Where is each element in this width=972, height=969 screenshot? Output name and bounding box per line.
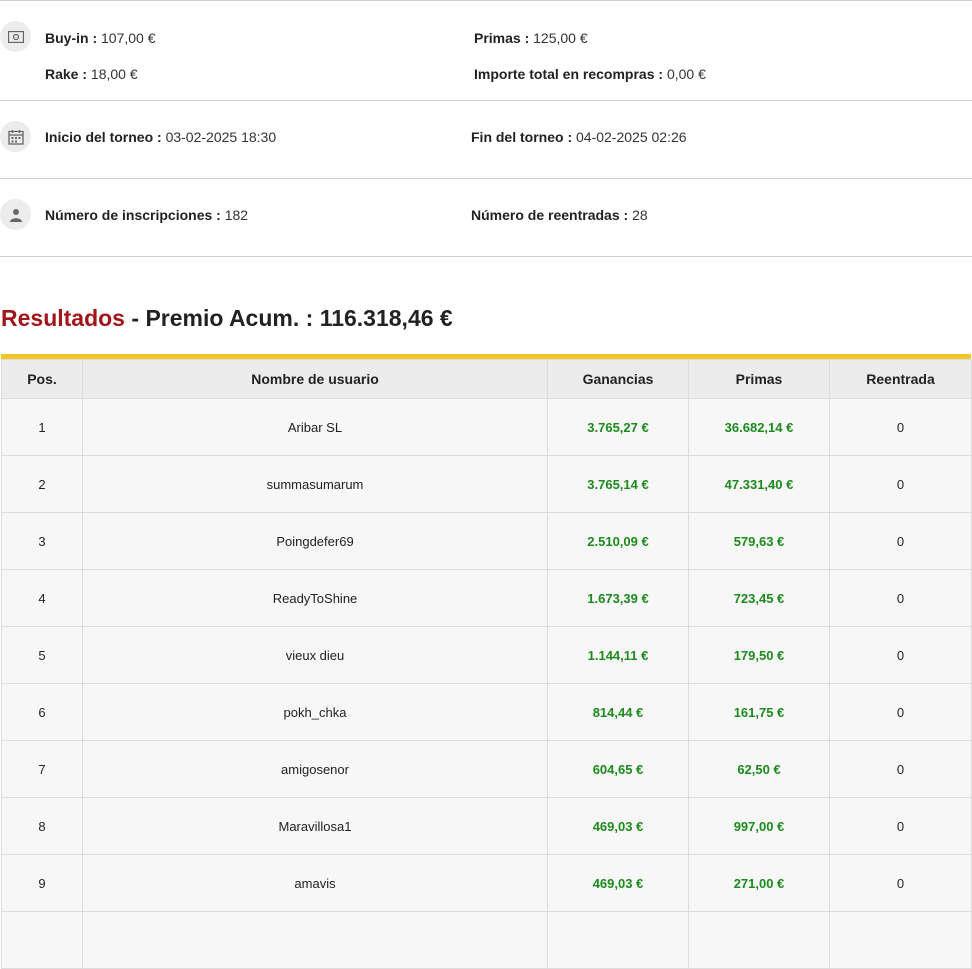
table-row: 4 ReadyToShine 1.673,39 € 723,45 € 0 bbox=[1, 569, 972, 627]
buyin-field: Buy-in : 107,00 € bbox=[45, 30, 156, 46]
cell-pos: 3 bbox=[1, 512, 83, 570]
cell-primas: 723,45 € bbox=[688, 569, 830, 627]
cell-primas: 62,50 € bbox=[688, 740, 830, 798]
cell-username[interactable]: Maravillosa1 bbox=[82, 797, 548, 855]
cell-reentrada: 0 bbox=[829, 455, 972, 513]
cell-ganancias: 1.673,39 € bbox=[547, 569, 689, 627]
cell-reentrada bbox=[829, 911, 972, 969]
table-row: 8 Maravillosa1 469,03 € 997,00 € 0 bbox=[1, 797, 972, 855]
cell-primas: 161,75 € bbox=[688, 683, 830, 741]
cell-pos: 9 bbox=[1, 854, 83, 912]
table-row: 7 amigosenor 604,65 € 62,50 € 0 bbox=[1, 740, 972, 798]
cell-ganancias: 3.765,14 € bbox=[547, 455, 689, 513]
cell-ganancias: 469,03 € bbox=[547, 797, 689, 855]
results-heading: Resultados - Premio Acum. : 116.318,46 € bbox=[1, 305, 453, 332]
cell-pos: 5 bbox=[1, 626, 83, 684]
cell-ganancias: 814,44 € bbox=[547, 683, 689, 741]
header-pos[interactable]: Pos. bbox=[1, 359, 83, 399]
calendar-icon bbox=[0, 121, 31, 152]
fin-field: Fin del torneo : 04-02-2025 02:26 bbox=[471, 129, 687, 145]
table-header-row: Pos. Nombre de usuario Ganancias Primas … bbox=[1, 359, 972, 399]
table-row: 5 vieux dieu 1.144,11 € 179,50 € 0 bbox=[1, 626, 972, 684]
cell-reentrada: 0 bbox=[829, 569, 972, 627]
cell-username[interactable]: amigosenor bbox=[82, 740, 548, 798]
cell-primas: 579,63 € bbox=[688, 512, 830, 570]
cell-reentrada: 0 bbox=[829, 740, 972, 798]
table-row-partial bbox=[1, 911, 972, 969]
cell-pos: 6 bbox=[1, 683, 83, 741]
table-row: 3 Poingdefer69 2.510,09 € 579,63 € 0 bbox=[1, 512, 972, 570]
results-table-container: Pos. Nombre de usuario Ganancias Primas … bbox=[1, 354, 972, 969]
cell-ganancias: 2.510,09 € bbox=[547, 512, 689, 570]
user-icon bbox=[0, 199, 31, 230]
header-reentrada[interactable]: Reentrada bbox=[829, 359, 972, 399]
reentradas-field: Número de reentradas : 28 bbox=[471, 207, 648, 223]
cell-ganancias: 469,03 € bbox=[547, 854, 689, 912]
results-table: Pos. Nombre de usuario Ganancias Primas … bbox=[1, 359, 972, 969]
info-block-money: Buy-in : 107,00 € Rake : 18,00 € Primas … bbox=[0, 0, 972, 100]
prize-pool-value: 116.318,46 € bbox=[319, 305, 453, 331]
prize-pool-label: Premio Acum. : bbox=[145, 305, 314, 331]
info-block-players: Número de inscripciones : 182 Número de … bbox=[0, 178, 972, 257]
results-title: Resultados bbox=[1, 305, 125, 331]
cell-username[interactable]: amavis bbox=[82, 854, 548, 912]
cell-ganancias: 1.144,11 € bbox=[547, 626, 689, 684]
cell-reentrada: 0 bbox=[829, 683, 972, 741]
inicio-field: Inicio del torneo : 03-02-2025 18:30 bbox=[45, 129, 277, 145]
cell-primas: 271,00 € bbox=[688, 854, 830, 912]
cell-pos: 2 bbox=[1, 455, 83, 513]
cell-primas: 36.682,14 € bbox=[688, 398, 830, 456]
table-row: 1 Aribar SL 3.765,27 € 36.682,14 € 0 bbox=[1, 398, 972, 456]
header-ganancias[interactable]: Ganancias bbox=[547, 359, 689, 399]
info-block-dates: Inicio del torneo : 03-02-2025 18:30 Fin… bbox=[0, 100, 972, 178]
recompras-field: Importe total en recompras : 0,00 € bbox=[474, 66, 706, 82]
results-separator: - bbox=[131, 305, 140, 331]
cell-primas: 997,00 € bbox=[688, 797, 830, 855]
cell-username[interactable]: Poingdefer69 bbox=[82, 512, 548, 570]
cell-pos: 8 bbox=[1, 797, 83, 855]
table-row: 6 pokh_chka 814,44 € 161,75 € 0 bbox=[1, 683, 972, 741]
cell-pos bbox=[1, 911, 83, 969]
header-primas[interactable]: Primas bbox=[688, 359, 830, 399]
cell-primas: 47.331,40 € bbox=[688, 455, 830, 513]
cell-reentrada: 0 bbox=[829, 398, 972, 456]
cell-reentrada: 0 bbox=[829, 626, 972, 684]
primas-field: Primas : 125,00 € bbox=[474, 30, 588, 46]
cell-primas: 179,50 € bbox=[688, 626, 830, 684]
table-row: 9 amavis 469,03 € 271,00 € 0 bbox=[1, 854, 972, 912]
cell-pos: 4 bbox=[1, 569, 83, 627]
cell-username[interactable]: vieux dieu bbox=[82, 626, 548, 684]
cell-ganancias: 604,65 € bbox=[547, 740, 689, 798]
cell-reentrada: 0 bbox=[829, 854, 972, 912]
inscripciones-field: Número de inscripciones : 182 bbox=[45, 207, 249, 223]
table-row: 2 summasumarum 3.765,14 € 47.331,40 € 0 bbox=[1, 455, 972, 513]
cell-username[interactable]: summasumarum bbox=[82, 455, 548, 513]
cell-primas bbox=[688, 911, 830, 969]
cell-ganancias bbox=[547, 911, 689, 969]
banknote-icon bbox=[0, 21, 31, 52]
cell-username[interactable]: pokh_chka bbox=[82, 683, 548, 741]
header-username[interactable]: Nombre de usuario bbox=[82, 359, 548, 399]
cell-username[interactable]: Aribar SL bbox=[82, 398, 548, 456]
rake-field: Rake : 18,00 € bbox=[45, 66, 138, 82]
cell-reentrada: 0 bbox=[829, 512, 972, 570]
cell-pos: 7 bbox=[1, 740, 83, 798]
cell-reentrada: 0 bbox=[829, 797, 972, 855]
cell-pos: 1 bbox=[1, 398, 83, 456]
cell-username bbox=[82, 911, 548, 969]
cell-ganancias: 3.765,27 € bbox=[547, 398, 689, 456]
cell-username[interactable]: ReadyToShine bbox=[82, 569, 548, 627]
